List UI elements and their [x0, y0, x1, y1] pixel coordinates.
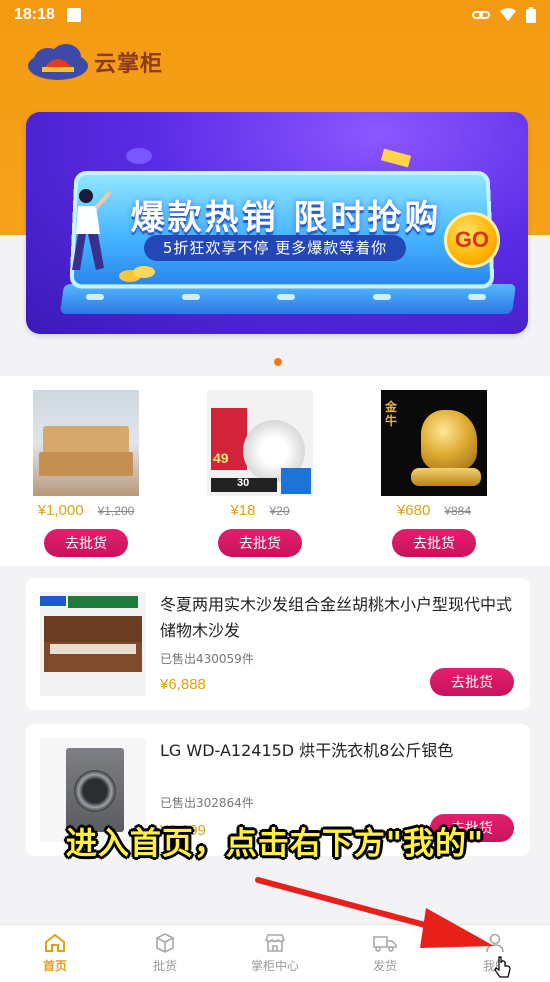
product-image-smoke-detector[interactable]: 49 30 [207, 390, 313, 496]
wholesale-button[interactable]: 去批货 [392, 529, 476, 557]
product-old-price: ¥1,200 [97, 504, 135, 518]
banner-subline: 5折狂欢享不停 更多爆款等着你 [144, 235, 406, 261]
featured-product[interactable]: 金牛 ¥680 ¥884 去批货 [354, 390, 514, 557]
tab-label: 首页 [42, 959, 67, 973]
tutorial-caption: 进入首页，点击右下方"我的" [65, 826, 485, 862]
banner-go-button[interactable]: GO [444, 212, 500, 268]
product-price: ¥18 [230, 502, 256, 519]
tab-label: 掌柜中心 [250, 959, 299, 973]
product-title: 冬夏两用实木沙发组合金丝胡桃木小户型现代中式储物木沙发 [160, 595, 513, 640]
product-image-golden-ox[interactable]: 金牛 [381, 390, 487, 496]
featured-product[interactable]: ¥1,000 ¥1,200 去批货 [6, 390, 166, 557]
product-image-sofa[interactable] [40, 592, 146, 696]
product-old-price: ¥884 [444, 504, 472, 518]
banner-headline: 爆款热销 限时抢购 [130, 198, 442, 238]
status-bar: 18:18 [0, 0, 550, 30]
product-image-text: 49 [213, 450, 229, 466]
product-title: LG WD-A12415D 烘干洗衣机8公斤银色 [160, 741, 454, 760]
cloud-logo-icon [28, 44, 88, 80]
app-logo: 云掌柜 [26, 42, 163, 82]
coins-icon [119, 266, 155, 282]
wholesale-button[interactable]: 去批货 [44, 529, 128, 557]
product-sold-count: 已售出430059件 [160, 652, 254, 666]
link-icon [472, 11, 490, 19]
tab-label: 发货 [372, 959, 397, 973]
notification-icon [66, 8, 81, 22]
product-sold-count: 已售出302864件 [160, 796, 254, 810]
banner-decoration [126, 148, 152, 164]
wifi-icon [500, 8, 516, 21]
box-icon [156, 933, 174, 953]
product-image-text: 30 [237, 477, 250, 489]
app-name: 云掌柜 [94, 52, 164, 77]
featured-product[interactable]: 49 30 ¥18 ¥20 去批货 [180, 390, 340, 557]
red-arrow-icon [255, 877, 494, 948]
product-image-text: 金牛 [385, 400, 398, 428]
product-old-price: ¥20 [269, 504, 290, 518]
carousel-indicator[interactable] [274, 358, 282, 366]
product-price: ¥680 [396, 502, 431, 519]
promo-banner[interactable]: 爆款热销 限时抢购 5折狂欢享不停 更多爆款等着你 GO [26, 112, 528, 334]
product-price: ¥6,888 [160, 676, 206, 693]
tab-label: 批货 [152, 959, 177, 973]
product-card[interactable]: 冬夏两用实木沙发组合金丝胡桃木小户型现代中式储物木沙发 已售出430059件 ¥… [26, 578, 530, 710]
featured-products: ¥1,000 ¥1,200 去批货 49 30 ¥18 ¥20 去批货 金牛 ¥… [0, 376, 550, 566]
home-icon [45, 933, 65, 952]
shopper-figure-icon [72, 189, 112, 270]
mouse-cursor-icon [494, 956, 511, 978]
wholesale-button[interactable]: 去批货 [430, 668, 514, 696]
tab-wholesale[interactable]: 批货 [110, 925, 220, 982]
status-time: 18:18 [14, 6, 55, 23]
product-image-bed[interactable] [33, 390, 139, 496]
banner-decoration [380, 148, 412, 168]
tab-home[interactable]: 首页 [0, 925, 110, 982]
battery-icon [526, 7, 536, 23]
product-price: ¥1,000 [37, 502, 84, 519]
banner-lights [86, 294, 486, 300]
wholesale-button[interactable]: 去批货 [218, 529, 302, 557]
